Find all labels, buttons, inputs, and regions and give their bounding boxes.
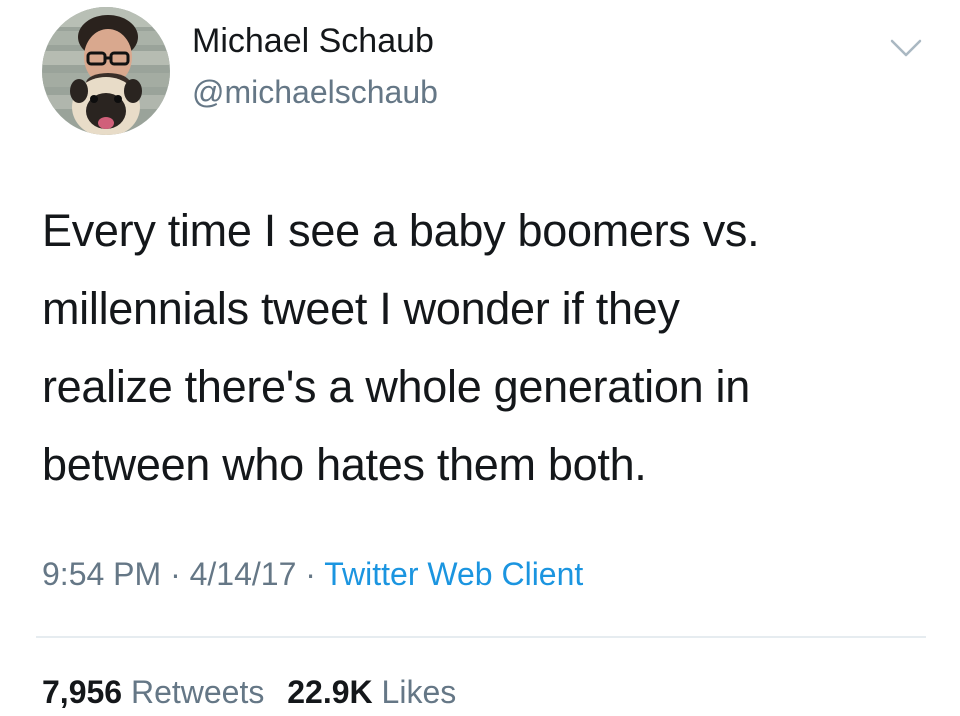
- author-avatar[interactable]: [42, 7, 170, 135]
- meta-separator: ·: [170, 556, 190, 592]
- chevron-down-icon[interactable]: [888, 36, 924, 60]
- tweet-stats: 7,956 Retweets 22.9K Likes: [42, 674, 470, 711]
- stats-divider: [36, 636, 926, 638]
- likes-label: Likes: [381, 674, 457, 710]
- author-handle[interactable]: @michaelschaub: [192, 74, 438, 111]
- tweet-text-line: realize there's a whole generation in: [42, 361, 750, 412]
- likes-count: 22.9K: [287, 674, 373, 710]
- tweet-text-line: millennials tweet I wonder if they: [42, 283, 680, 334]
- tweet-text-line: between who hates them both.: [42, 439, 647, 490]
- tweet-client-link[interactable]: Twitter Web Client: [324, 556, 583, 592]
- author-display-name[interactable]: Michael Schaub: [192, 22, 434, 61]
- meta-separator: ·: [305, 556, 325, 592]
- retweets-stat[interactable]: 7,956 Retweets: [42, 674, 264, 710]
- tweet-text: Every time I see a baby boomers vs. mill…: [42, 192, 922, 504]
- tweet-text-line: Every time I see a baby boomers vs.: [42, 205, 760, 256]
- tweet-card: Michael Schaub @michaelschaub Every time…: [0, 0, 960, 716]
- avatar-image: [42, 7, 170, 135]
- tweet-metadata: 9:54 PM · 4/14/17 · Twitter Web Client: [42, 556, 583, 593]
- tweet-time[interactable]: 9:54 PM: [42, 556, 161, 592]
- retweets-label: Retweets: [130, 674, 265, 710]
- retweets-count: 7,956: [42, 674, 123, 710]
- tweet-date[interactable]: 4/14/17: [190, 556, 297, 592]
- likes-stat[interactable]: 22.9K Likes: [287, 674, 456, 710]
